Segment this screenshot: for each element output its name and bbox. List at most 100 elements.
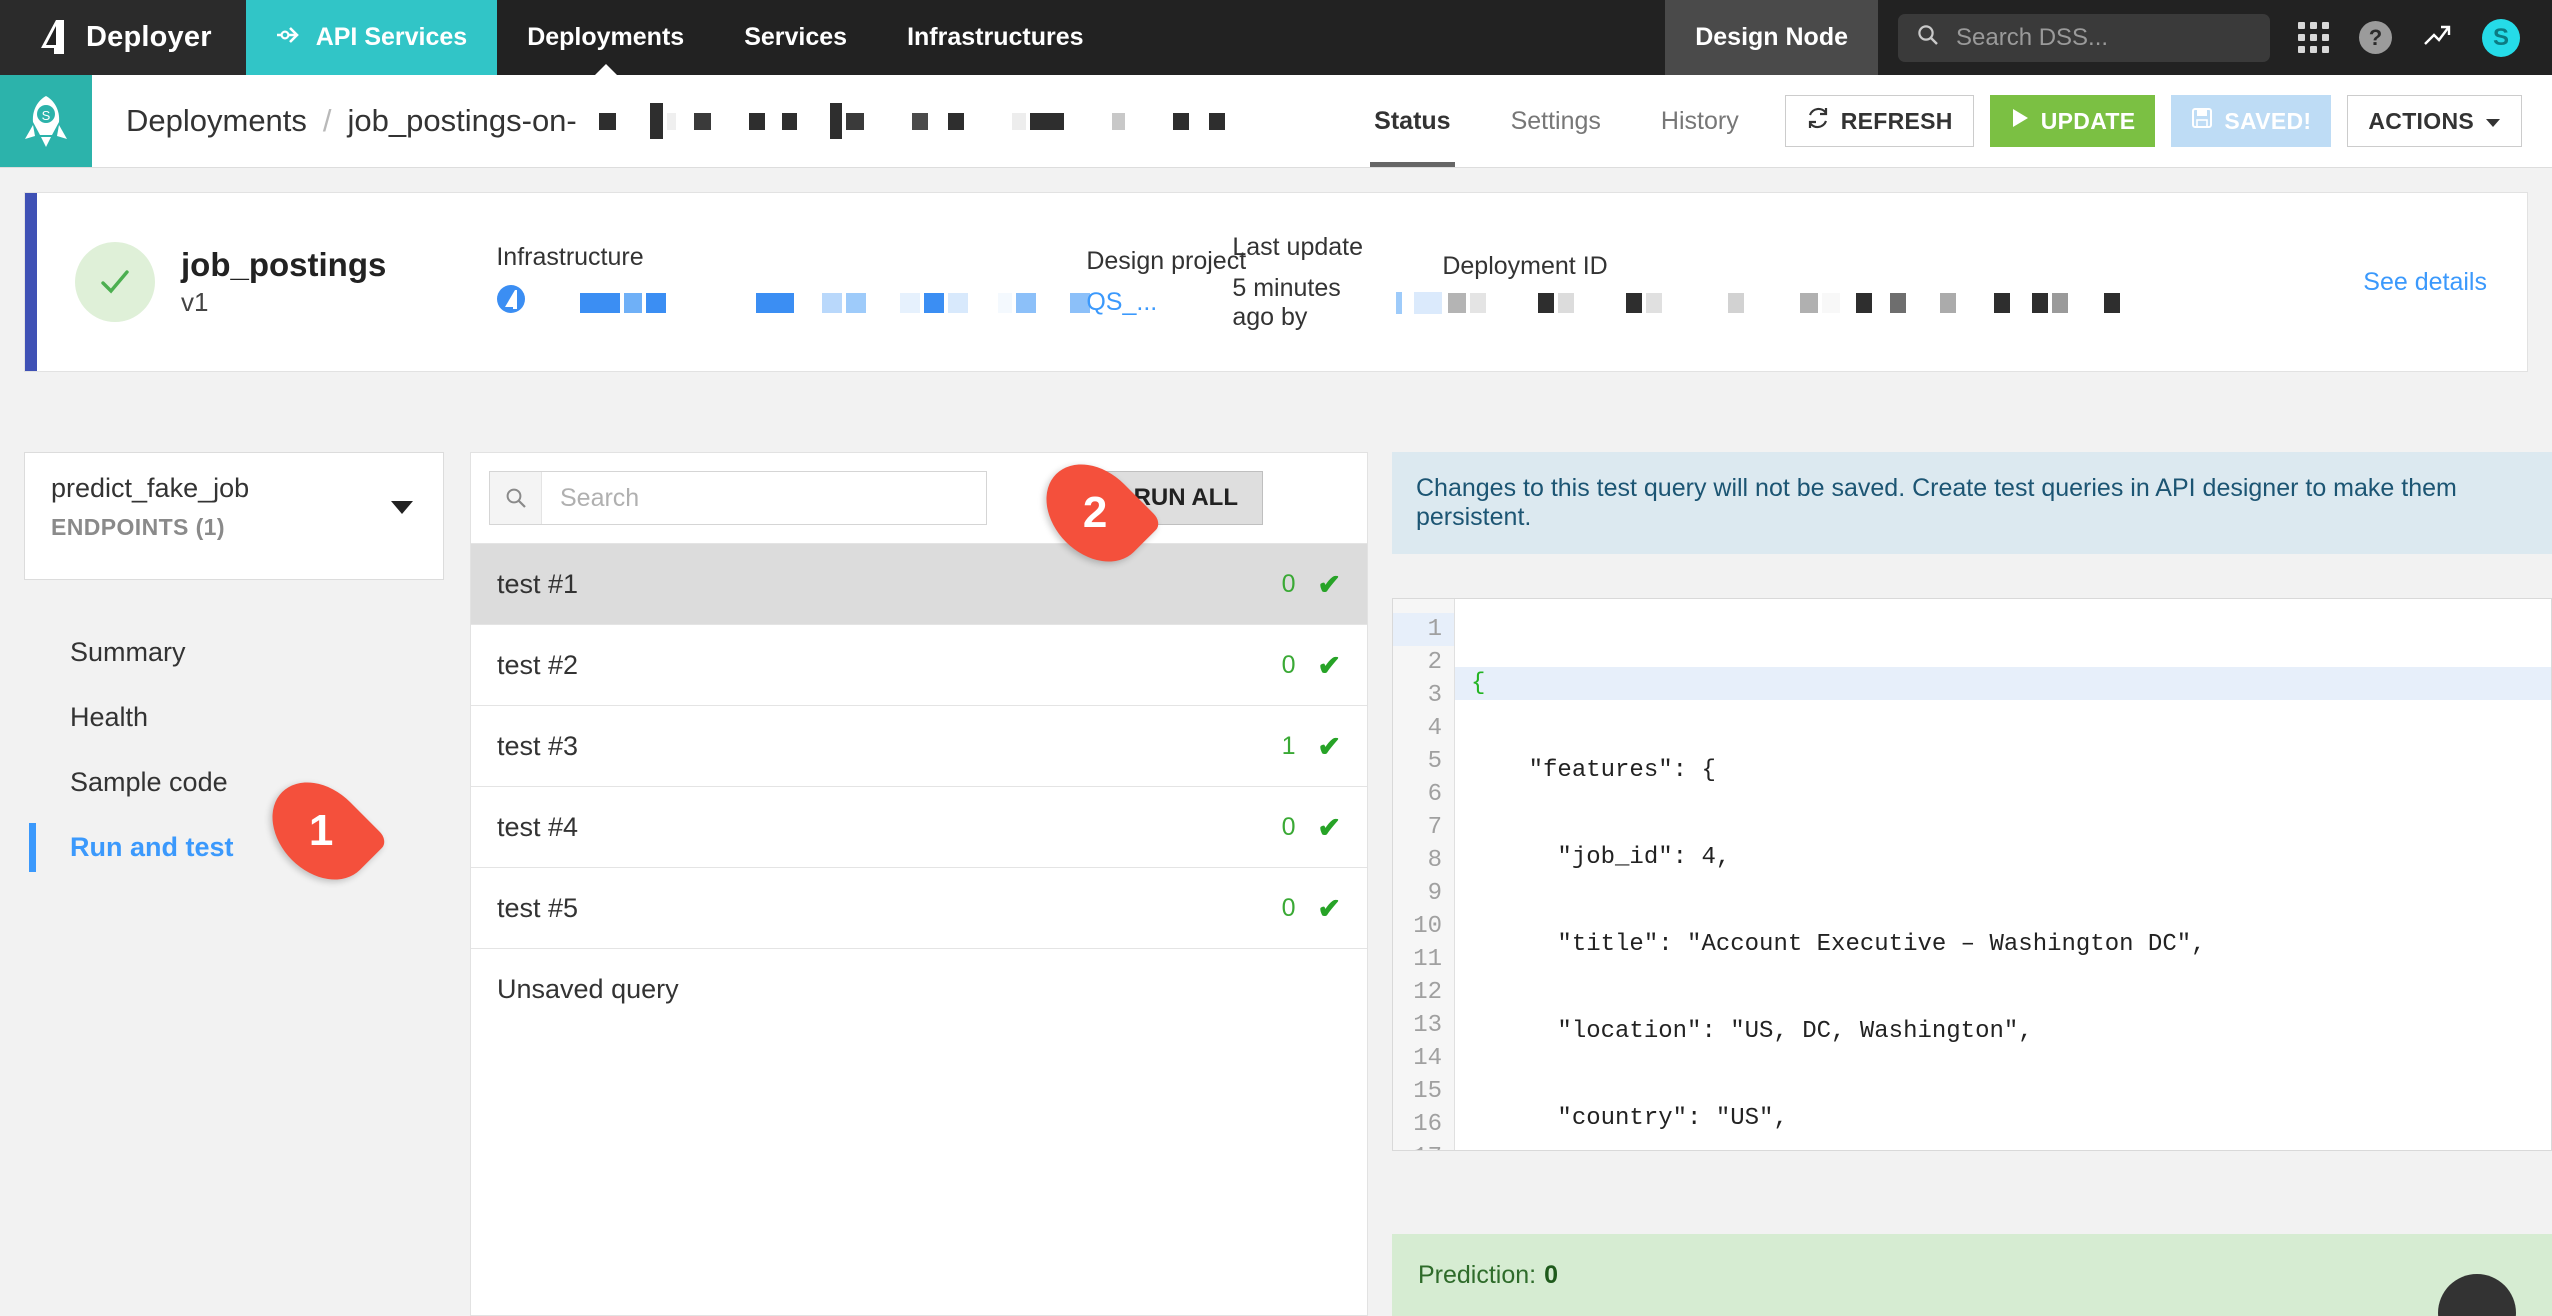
actions-button[interactable]: ACTIONS (2347, 95, 2522, 147)
check-icon: ✔ (1317, 811, 1341, 843)
endpoint-count-label: ENDPOINTS (1) (51, 514, 225, 540)
sidebar-item-sample-code[interactable]: Sample code (24, 750, 444, 815)
line-number: 3 (1427, 682, 1442, 709)
code-line: "job_id": 4, (1471, 844, 1731, 871)
query-detail-panel: Changes to this test query will not be s… (1392, 452, 2552, 1316)
nav-tab-services[interactable]: Services (714, 0, 877, 75)
unsaved-changes-notice: Changes to this test query will not be s… (1392, 452, 2552, 554)
nav-tab-api-services[interactable]: API Services (245, 0, 498, 75)
field-label: Design project (1086, 247, 1247, 275)
sidebar-item-health[interactable]: Health (24, 685, 444, 750)
nav-tab-infrastructures[interactable]: Infrastructures (877, 0, 1113, 75)
check-icon: ✔ (1317, 649, 1341, 681)
table-row[interactable]: test #4 0 ✔ (471, 786, 1367, 867)
endpoint-selector[interactable]: predict_fake_job ENDPOINTS (1) (24, 452, 444, 580)
line-number: 11 (1413, 946, 1442, 973)
field-last-update: Last update 5 minutes ago by (1232, 233, 1443, 332)
trend-up-icon[interactable] (2422, 21, 2452, 54)
nav-tab-label: Infrastructures (907, 23, 1084, 51)
see-details-link[interactable]: See details (2363, 268, 2487, 297)
editor-code-area[interactable]: { "features": { "job_id": 4, "title": "A… (1455, 599, 2551, 1150)
breadcrumb-current: job_postings-on- (347, 103, 577, 138)
table-row[interactable]: test #5 0 ✔ (471, 867, 1367, 948)
tab-status[interactable]: Status (1344, 75, 1480, 167)
top-nav-icon-group: ? S (2290, 0, 2552, 75)
field-label: Infrastructure (496, 243, 644, 271)
breadcrumb-root[interactable]: Deployments (126, 103, 307, 139)
apps-grid-icon[interactable] (2298, 22, 2329, 53)
line-number: 16 (1413, 1111, 1442, 1138)
deployment-info-card: job_postings v1 Infrastructure Design pr… (24, 192, 2528, 372)
global-search-wrapper: Search DSS... (1878, 0, 2290, 75)
test-name: test #4 (497, 811, 579, 842)
json-code-editor[interactable]: 1 2 3 4 5 6 7 8 9 10 11 12 13 14 15 16 1… (1392, 598, 2552, 1151)
tab-settings[interactable]: Settings (1481, 75, 1631, 167)
test-name: test #5 (497, 892, 579, 923)
search-input[interactable]: Search (489, 471, 987, 525)
sidebar-item-summary[interactable]: Summary (24, 620, 444, 685)
endpoint-sidebar: predict_fake_job ENDPOINTS (1) Summary H… (24, 452, 444, 880)
check-icon: ✔ (1317, 730, 1341, 762)
service-identity: job_postings v1 (181, 244, 386, 319)
nav-tab-deployments[interactable]: Deployments (497, 0, 714, 75)
save-disk-icon (2191, 107, 2213, 135)
search-input[interactable]: Search DSS... (1898, 13, 2270, 62)
saved-button[interactable]: SAVED! (2171, 95, 2332, 147)
code-line: "location": "US, DC, Washington", (1471, 1018, 2033, 1045)
line-number: 15 (1413, 1078, 1442, 1105)
code-line: "title": "Account Executive – Washington… (1471, 931, 2206, 958)
run-all-label: RUN ALL (1133, 484, 1238, 511)
test-count: 0 (1281, 650, 1296, 679)
design-node-badge[interactable]: Design Node (1665, 0, 1878, 75)
brand-area[interactable]: Deployer (0, 0, 246, 75)
line-number: 5 (1427, 748, 1442, 775)
nav-tab-label: API Services (315, 23, 468, 51)
prediction-result: Prediction: 0 (1392, 1234, 2552, 1316)
refresh-label: REFRESH (1840, 107, 1953, 134)
line-number: 17 (1393, 1141, 1454, 1150)
line-number: 6 (1427, 781, 1442, 808)
list-item-unsaved-query[interactable]: Unsaved query (471, 948, 1367, 1029)
update-button[interactable]: UPDATE (1989, 95, 2156, 147)
nav-tab-label: Deployments (527, 23, 685, 51)
line-number: 10 (1413, 913, 1442, 940)
test-count: 0 (1281, 569, 1296, 598)
svg-text:S: S (42, 108, 51, 123)
brand-label: Deployer (86, 21, 212, 53)
play-icon (2010, 107, 2030, 135)
sub-header-actions: Status Settings History REFRESH UPDATE S… (1344, 75, 2552, 167)
table-row[interactable]: test #3 1 ✔ (471, 705, 1367, 786)
check-circle-icon (75, 242, 155, 322)
avatar[interactable]: S (2482, 18, 2520, 57)
prediction-label: Prediction: (1418, 1260, 1537, 1289)
field-deployment-id: Deployment ID (1442, 251, 2121, 313)
line-number: 2 (1427, 649, 1442, 676)
redacted-infrastructure-name (542, 292, 1091, 313)
endpoint-name: predict_fake_job (51, 473, 250, 503)
chevron-down-icon[interactable] (391, 501, 413, 514)
test-name: test #1 (497, 568, 579, 599)
field-label: Deployment ID (1442, 251, 1608, 280)
line-number: 14 (1413, 1045, 1442, 1072)
code-line: "features": { (1471, 757, 1716, 784)
line-number: 1 (1393, 613, 1454, 646)
breadcrumb-separator: / (322, 103, 332, 138)
actions-label: ACTIONS (2368, 107, 2474, 134)
test-name: test #2 (497, 649, 579, 680)
project-rocket-icon[interactable]: S (0, 75, 92, 167)
unsaved-query-label: Unsaved query (497, 973, 679, 1004)
redacted-deployment-id (1448, 292, 2121, 313)
test-name: test #3 (497, 730, 579, 761)
chat-bubble-icon[interactable] (2438, 1274, 2516, 1316)
tab-history[interactable]: History (1631, 75, 1769, 167)
table-row[interactable]: test #1 0 ✔ (471, 543, 1367, 624)
redacted-user-name (1396, 291, 1443, 314)
check-icon: ✔ (1317, 568, 1341, 600)
table-row[interactable]: test #2 0 ✔ (471, 624, 1367, 705)
app-root: Deployer API Services Deployments Servic… (0, 0, 2552, 1316)
line-number: 9 (1427, 880, 1442, 907)
design-project-link[interactable]: QS_... (1086, 288, 1157, 317)
help-icon[interactable]: ? (2359, 21, 2392, 54)
refresh-button[interactable]: REFRESH (1784, 95, 1974, 147)
code-line: "country": "US", (1471, 1105, 1788, 1132)
